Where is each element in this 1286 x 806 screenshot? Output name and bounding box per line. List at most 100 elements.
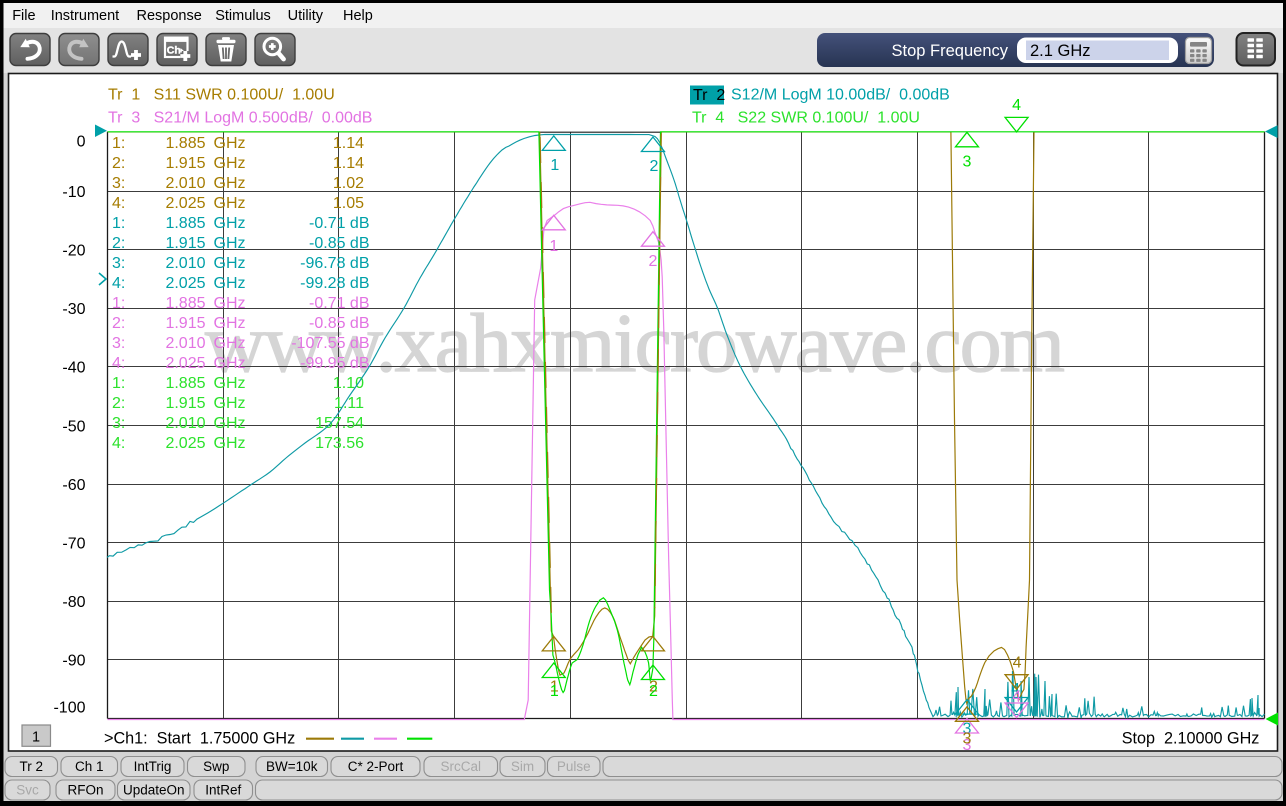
svg-text:GHz: GHz xyxy=(214,315,246,332)
svg-text:4:: 4: xyxy=(112,435,125,452)
svg-text:Tr 1 S11 SWR 0.100U/ 1.00U: Tr 1 S11 SWR 0.100U/ 1.00U xyxy=(108,87,335,104)
svg-text:3:: 3: xyxy=(112,175,125,192)
svg-text:GHz: GHz xyxy=(214,375,246,392)
svg-text:2.025: 2.025 xyxy=(165,435,205,452)
svg-text:GHz: GHz xyxy=(214,235,246,252)
svg-text:Ch: Ch xyxy=(167,45,181,57)
svg-text:-50: -50 xyxy=(62,418,85,435)
svg-text:1.915: 1.915 xyxy=(165,315,205,332)
svg-text:173.56: 173.56 xyxy=(315,435,364,452)
svg-text:Help: Help xyxy=(343,8,373,24)
svg-text:SrcCal: SrcCal xyxy=(440,759,481,774)
svg-text:1.14: 1.14 xyxy=(333,155,364,172)
svg-text:GHz: GHz xyxy=(214,215,246,232)
svg-text:1.10: 1.10 xyxy=(333,375,364,392)
svg-text:Instrument: Instrument xyxy=(51,8,120,24)
svg-text:1: 1 xyxy=(549,238,558,255)
svg-text:2: 2 xyxy=(649,683,658,700)
svg-text:-10: -10 xyxy=(62,184,85,201)
svg-text:2:: 2: xyxy=(112,395,125,412)
svg-text:IntTrig: IntTrig xyxy=(134,759,172,774)
svg-text:-107.55 dB: -107.55 dB xyxy=(291,335,369,352)
svg-text:-20: -20 xyxy=(62,243,85,260)
svg-text:GHz: GHz xyxy=(214,195,246,212)
svg-text:C* 2-Port: C* 2-Port xyxy=(348,759,404,774)
svg-text:0: 0 xyxy=(77,133,86,150)
svg-text:-80: -80 xyxy=(62,594,85,611)
svg-text:1: 1 xyxy=(32,730,40,746)
svg-text:1.885: 1.885 xyxy=(165,135,205,152)
svg-text:UpdateOn: UpdateOn xyxy=(123,783,185,798)
svg-text:Tr 4 S22 SWR 0.100U/ 1.00U: Tr 4 S22 SWR 0.100U/ 1.00U xyxy=(692,109,920,126)
svg-text:Utility: Utility xyxy=(288,8,324,24)
svg-text:3:: 3: xyxy=(112,415,125,432)
svg-text:-40: -40 xyxy=(62,360,85,377)
svg-text:Tr 3 S21/M LogM 0.500dB/ 0: Tr 3 S21/M LogM 0.500dB/ 0.00dB xyxy=(108,109,372,126)
svg-text:GHz: GHz xyxy=(214,275,246,292)
svg-text:2.010: 2.010 xyxy=(165,255,205,272)
svg-text:2:: 2: xyxy=(112,155,125,172)
svg-text:1.915: 1.915 xyxy=(165,395,205,412)
svg-text:1.915: 1.915 xyxy=(165,235,205,252)
svg-text:1.11: 1.11 xyxy=(334,395,364,412)
svg-text:GHz: GHz xyxy=(214,435,246,452)
svg-text:-90: -90 xyxy=(62,653,85,670)
svg-text:2:: 2: xyxy=(112,235,125,252)
svg-text:2.025: 2.025 xyxy=(165,195,205,212)
svg-text:3:: 3: xyxy=(112,255,125,272)
svg-text:-0.71 dB: -0.71 dB xyxy=(309,295,369,312)
svg-text:2:: 2: xyxy=(112,315,125,332)
svg-text:>Ch1: Start 1.75000 GHz: >Ch1: Start 1.75000 GHz xyxy=(104,730,295,748)
svg-text:GHz: GHz xyxy=(214,295,246,312)
svg-text:2.1 GHz: 2.1 GHz xyxy=(1030,42,1091,60)
svg-text:1.885: 1.885 xyxy=(165,295,205,312)
svg-text:4:: 4: xyxy=(112,195,125,212)
svg-text:RFOn: RFOn xyxy=(67,783,103,798)
svg-text:Sim: Sim xyxy=(511,759,534,774)
svg-text:1.885: 1.885 xyxy=(165,215,205,232)
svg-text:2: 2 xyxy=(649,158,658,175)
svg-text:Pulse: Pulse xyxy=(557,759,591,774)
svg-text:1:: 1: xyxy=(112,215,125,232)
svg-text:-100: -100 xyxy=(53,700,85,717)
svg-text:GHz: GHz xyxy=(214,335,246,352)
svg-text:2.025: 2.025 xyxy=(165,275,205,292)
svg-text:Svc: Svc xyxy=(16,783,39,798)
svg-text:Ch 1: Ch 1 xyxy=(75,759,104,774)
svg-text:1.02: 1.02 xyxy=(333,175,364,192)
svg-text:GHz: GHz xyxy=(214,255,246,272)
svg-text:2.010: 2.010 xyxy=(165,415,205,432)
svg-text:File: File xyxy=(12,8,35,24)
svg-text:-96.78 dB: -96.78 dB xyxy=(300,255,369,272)
svg-text:GHz: GHz xyxy=(214,155,246,172)
svg-text:Tr 2: Tr 2 xyxy=(20,759,44,774)
svg-text:4: 4 xyxy=(1012,689,1021,706)
svg-text:4:: 4: xyxy=(112,355,125,372)
svg-text:2: 2 xyxy=(648,253,657,270)
svg-text:Stimulus: Stimulus xyxy=(215,8,271,24)
svg-text:1: 1 xyxy=(550,683,559,700)
svg-text:S12/M LogM 10.00dB/ 0.00dB: S12/M LogM 10.00dB/ 0.00dB xyxy=(731,87,950,104)
svg-text:-99.28 dB: -99.28 dB xyxy=(300,275,369,292)
svg-text:1.885: 1.885 xyxy=(165,375,205,392)
svg-text:1:: 1: xyxy=(112,135,125,152)
svg-text:GHz: GHz xyxy=(214,415,246,432)
svg-text:4:: 4: xyxy=(112,275,125,292)
svg-text:2.010: 2.010 xyxy=(165,175,205,192)
svg-text:1:: 1: xyxy=(112,375,125,392)
svg-text:-60: -60 xyxy=(62,477,85,494)
svg-text:1: 1 xyxy=(550,157,559,174)
svg-text:2.025: 2.025 xyxy=(165,355,205,372)
svg-text:-0.71 dB: -0.71 dB xyxy=(309,215,369,232)
svg-text:Stop Frequency: Stop Frequency xyxy=(892,42,1009,60)
svg-text:Swp: Swp xyxy=(203,759,229,774)
svg-text:GHz: GHz xyxy=(214,395,246,412)
svg-text:BW=10k: BW=10k xyxy=(266,759,318,774)
svg-text:1.14: 1.14 xyxy=(333,135,364,152)
svg-text:157.54: 157.54 xyxy=(315,415,364,432)
svg-text:IntRef: IntRef xyxy=(205,783,241,798)
svg-text:Stop 2.10000 GHz: Stop 2.10000 GHz xyxy=(1122,730,1260,748)
svg-text:Response: Response xyxy=(137,8,202,24)
svg-text:3: 3 xyxy=(963,154,972,171)
svg-text:-99.95 dB: -99.95 dB xyxy=(300,355,369,372)
